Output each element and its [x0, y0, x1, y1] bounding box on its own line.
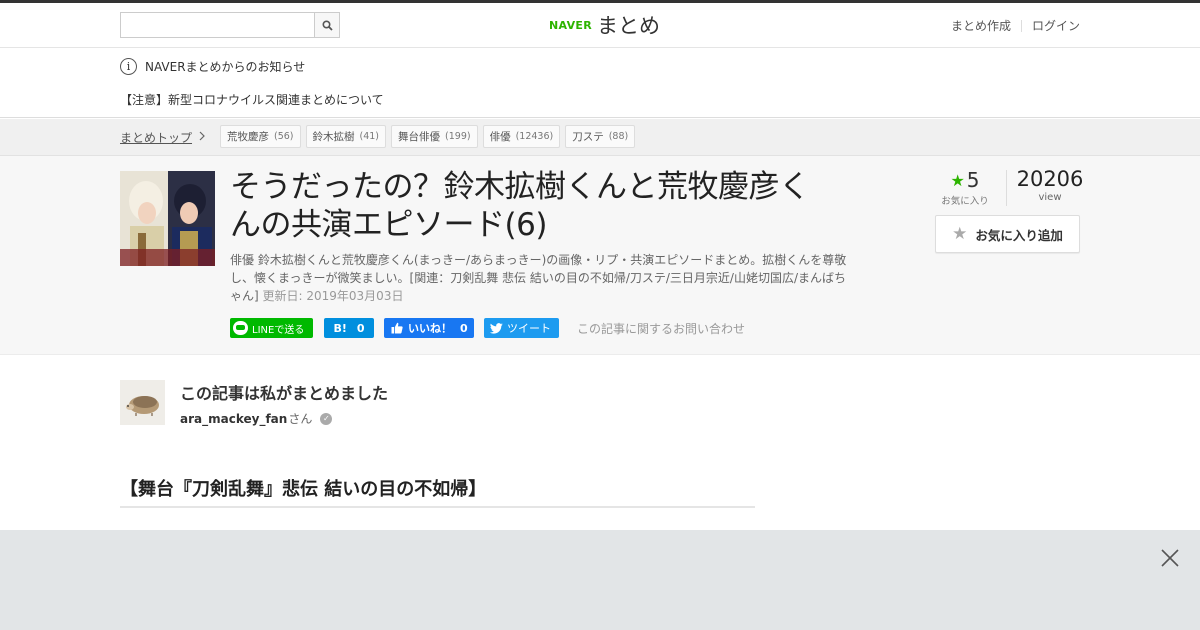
article-description: 俳優 鈴木拡樹くんと荒牧慶彦くん(まっきー/あらまっきー)の画像・リプ・共演エピ…: [230, 251, 850, 305]
hatena-icon: B!: [333, 321, 347, 335]
article-stats: ★ 5 お気に入り 20206 view: [935, 168, 1083, 208]
view-label: view: [1038, 192, 1062, 203]
tag-count: (88): [608, 131, 629, 142]
logo-naver: NAVER: [549, 18, 592, 32]
twitter-bird-icon: [490, 322, 503, 334]
author-name-link[interactable]: ara_mackey_fan: [180, 412, 287, 426]
facebook-like-count: 0: [460, 321, 468, 335]
notice-area: i NAVERまとめからのお知らせ 【注意】新型コロナウイルス関連まとめについて: [0, 48, 1200, 118]
article-title: そうだったの？鈴木拡樹くんと荒牧慶彦くんの共演エピソード(6): [230, 169, 810, 243]
tag-item[interactable]: 鈴木拡樹 (41): [305, 125, 387, 148]
breadcrumb-top-link[interactable]: まとめトップ: [120, 129, 205, 146]
login-link[interactable]: ログイン: [1032, 17, 1080, 34]
chevron-right-icon: [199, 131, 205, 144]
section-heading: 【舞台『刀剣乱舞』悲伝 結いの目の不如帰】: [120, 475, 755, 508]
tag-name: 舞台俳優: [398, 131, 441, 143]
author-info: ara_mackey_fan さん ✓: [180, 410, 333, 427]
article-thumbnail[interactable]: [120, 171, 215, 266]
author-avatar[interactable]: [120, 380, 165, 425]
star-icon: ★: [950, 170, 965, 190]
tag-item[interactable]: 刀ステ (88): [565, 125, 636, 148]
search-button[interactable]: [314, 13, 339, 37]
logo-matome: まとめ: [596, 14, 660, 38]
star-icon: ★: [952, 224, 968, 244]
tag-name: 刀ステ: [572, 131, 604, 143]
verified-check-icon: ✓: [320, 412, 333, 425]
notice-title-row: i NAVERまとめからのお知らせ: [120, 58, 305, 75]
header-separator: [1020, 19, 1022, 32]
search-input[interactable]: [121, 13, 315, 37]
tweet-label: ツイート: [507, 322, 551, 335]
header-links: まとめ作成 ログイン: [951, 17, 1080, 34]
contact-link[interactable]: この記事に関するお問い合わせ: [577, 320, 745, 337]
tag-list: 荒牧慶彦 (56) 鈴木拡樹 (41) 舞台俳優 (199) 俳優 (12436) 刀ス…: [220, 125, 640, 148]
close-icon[interactable]: [1160, 548, 1180, 568]
breadcrumb-bar: まとめトップ 荒牧慶彦 (56) 鈴木拡樹 (41) 舞台俳優 (199) 俳優 (12…: [0, 119, 1200, 156]
line-share-button[interactable]: LINEで送る: [230, 318, 313, 338]
author-suffix: さん: [288, 412, 313, 426]
article-header: そうだったの？鈴木拡樹くんと荒牧慶彦くんの共演エピソード(6) 俳優 鈴木拡樹く…: [0, 156, 1200, 355]
tag-count: (56): [274, 131, 294, 142]
facebook-like-label: いいね！: [408, 322, 452, 335]
line-share-label: LINEで送る: [252, 324, 305, 336]
author-heading: この記事は私がまとめました: [180, 384, 389, 403]
breadcrumb-top-label: まとめトップ: [120, 131, 193, 145]
add-favorite-button[interactable]: ★ お気に入り追加: [935, 215, 1080, 253]
site-header: NAVER まとめ まとめ作成 ログイン: [0, 3, 1200, 48]
tag-item[interactable]: 俳優 (12436): [482, 125, 561, 148]
tag-name: 鈴木拡樹: [312, 131, 355, 143]
thumbs-up-icon: [391, 322, 403, 334]
tag-name: 荒牧慶彦: [227, 131, 269, 143]
hatena-bookmark-button[interactable]: B! 0: [324, 318, 374, 338]
search-icon: [321, 19, 333, 31]
notice-title: NAVERまとめからのお知らせ: [145, 60, 306, 74]
tweet-button[interactable]: ツイート: [484, 318, 559, 338]
tag-count: (12436): [515, 131, 554, 142]
add-favorite-label: お気に入り追加: [975, 227, 1063, 243]
tag-name: 俳優: [489, 131, 511, 143]
view-number: 20206: [1016, 167, 1084, 191]
view-count: 20206 view: [1015, 168, 1085, 203]
ad-overlay: [0, 530, 1200, 630]
favorite-count: ★ 5 お気に入り: [935, 168, 995, 207]
share-buttons: LINEで送る B! 0 いいね！ 0 ツイート この記事に関するお問い合わせ: [230, 318, 745, 338]
create-matome-link[interactable]: まとめ作成: [951, 17, 1011, 34]
notice-item-link[interactable]: 【注意】新型コロナウイルス関連まとめについて: [120, 91, 384, 108]
facebook-like-button[interactable]: いいね！ 0: [384, 318, 474, 338]
search-box: [120, 12, 340, 38]
info-icon: i: [120, 58, 137, 75]
naver-matome-logo[interactable]: NAVER まとめ: [549, 12, 660, 38]
line-icon: [233, 321, 248, 335]
tag-item[interactable]: 舞台俳優 (199): [391, 125, 478, 148]
favorite-number: 5: [966, 168, 980, 192]
hatena-count: 0: [356, 321, 365, 335]
tag-item[interactable]: 荒牧慶彦 (56): [220, 125, 301, 148]
stats-divider: [1006, 170, 1007, 206]
favorite-label: お気に入り: [941, 196, 989, 207]
updated-date: 更新日: 2019年03月03日: [262, 289, 404, 303]
tag-count: (41): [359, 131, 380, 142]
tag-count: (199): [445, 131, 471, 142]
